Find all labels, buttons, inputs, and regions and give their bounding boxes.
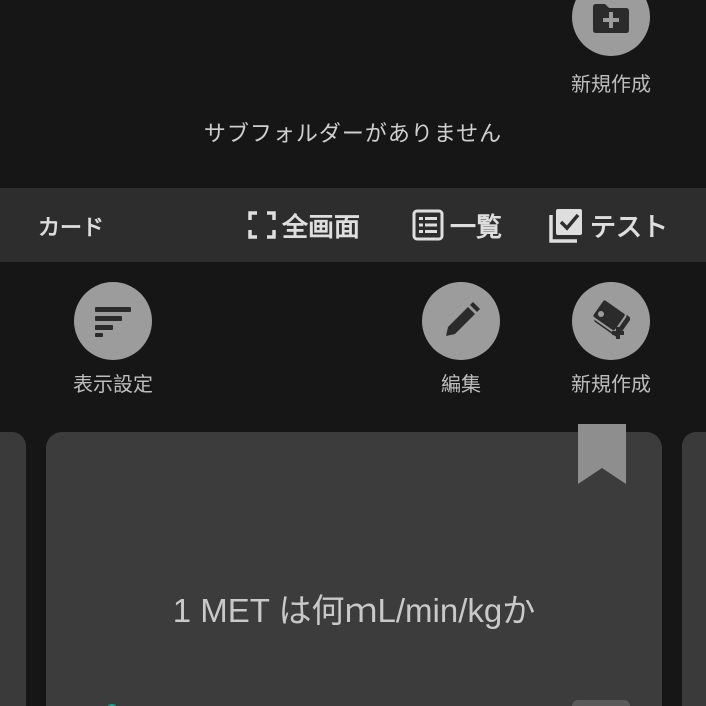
card-corner-button[interactable]	[572, 700, 630, 706]
card-section-title: カード	[38, 216, 105, 241]
list-label: 一覧	[450, 212, 503, 243]
new-card-label: 新規作成	[571, 372, 651, 396]
cards-plus-icon	[591, 298, 631, 339]
new-folder-button[interactable]	[572, 0, 650, 56]
test-button[interactable]: テスト	[548, 204, 668, 246]
folder-plus-icon	[593, 4, 629, 33]
fullscreen-button[interactable]: 全画面	[248, 204, 360, 246]
fullscreen-icon	[248, 211, 276, 239]
empty-subfolder-message: サブフォルダーがありません	[203, 122, 503, 147]
card-actions-row: 表示設定 編集 新規作成	[0, 262, 706, 432]
edit-button[interactable]	[422, 282, 500, 360]
checklist-icon	[549, 209, 582, 243]
new-card-button[interactable]	[572, 282, 650, 360]
pencil-icon	[446, 302, 480, 336]
display-settings-button[interactable]	[74, 282, 152, 360]
new-folder-label: 新規作成	[571, 72, 651, 96]
list-icon	[412, 209, 444, 241]
previous-card[interactable]	[0, 432, 26, 706]
card-question-text: 1 MET は何ｍL/min/kgか	[172, 592, 536, 629]
next-card[interactable]	[682, 432, 706, 706]
flashcard[interactable]: 1 MET は何ｍL/min/kgか	[46, 424, 662, 706]
sort-icon	[95, 307, 131, 337]
list-button[interactable]: 一覧	[412, 204, 502, 246]
fullscreen-label: 全画面	[282, 212, 361, 243]
display-settings-label: 表示設定	[73, 372, 153, 396]
folder-section: 新規作成 サブフォルダーがありません	[0, 0, 706, 188]
app-screen: 新規作成 サブフォルダーがありません カード 全画面 一覧 テスト 表示設定 編…	[0, 0, 706, 706]
test-label: テスト	[590, 212, 669, 243]
card-toolbar: カード 全画面 一覧 テスト	[0, 188, 706, 262]
bookmark-icon[interactable]	[576, 424, 628, 486]
edit-label: 編集	[441, 372, 481, 396]
